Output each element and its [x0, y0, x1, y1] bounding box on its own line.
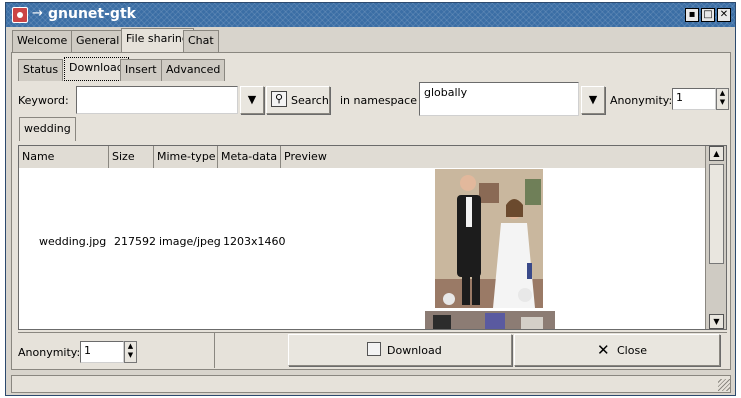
close-icon: ✕	[597, 341, 610, 359]
file-sharing-panel: Status Download Insert Advanced Keyword:…	[11, 52, 731, 370]
column-header-preview[interactable]: Preview	[281, 146, 705, 168]
column-header-meta-data[interactable]: Meta-data	[218, 146, 281, 168]
table-header: Name Size Mime-type Meta-data Preview	[19, 146, 705, 168]
search-button-label: Search	[291, 94, 329, 107]
namespace-label: in namespace	[340, 94, 417, 107]
anonymity-input[interactable]: 1	[672, 88, 716, 110]
maximize-button[interactable]: □	[701, 8, 715, 22]
scroll-thumb[interactable]	[709, 164, 724, 264]
tab-status[interactable]: Status	[18, 59, 64, 81]
cell-meta-data: 1203x1460	[223, 235, 286, 248]
dropdown-arrow-icon: ▼	[247, 93, 257, 106]
results-scrollbar[interactable]: ▲ ▼	[705, 146, 726, 329]
minimize-button[interactable]: ▪	[685, 8, 699, 22]
namespace-select[interactable]: globally	[419, 82, 579, 116]
results-table: Name Size Mime-type Meta-data Preview we…	[18, 145, 727, 330]
keyword-label: Keyword:	[18, 94, 69, 107]
cell-mime-type: image/jpeg	[159, 235, 221, 248]
bottom-anonymity-input[interactable]: 1	[80, 341, 124, 363]
search-button[interactable]: ⚲ Search	[266, 86, 330, 114]
result-tab-wedding[interactable]: wedding	[19, 117, 76, 141]
tab-insert[interactable]: Insert	[120, 59, 162, 81]
divider	[214, 333, 215, 368]
keyword-input[interactable]	[76, 86, 238, 114]
table-row[interactable]: wedding.jpg 217592 image/jpeg 1203x1460	[19, 169, 705, 329]
namespace-dropdown-button[interactable]: ▼	[581, 86, 605, 114]
bottom-toolbar: Anonymity: 1 ▲ ▼ Download ✕ Close	[18, 332, 727, 368]
column-header-name[interactable]: Name	[19, 146, 109, 168]
close-button[interactable]: ✕ Close	[514, 334, 720, 366]
dropdown-arrow-icon: ▼	[588, 93, 598, 106]
gnunet-app-icon[interactable]	[12, 7, 28, 23]
app-window: → gnunet-gtk ▪ □ ✕ Welcome General File …	[5, 2, 736, 396]
preview-image-second	[425, 311, 555, 329]
download-icon	[367, 342, 381, 356]
close-button-label: Close	[617, 344, 647, 357]
title-bar[interactable]: → gnunet-gtk ▪ □ ✕	[6, 3, 735, 27]
window-title: gnunet-gtk	[48, 6, 136, 22]
tab-general[interactable]: General	[71, 30, 125, 52]
tab-chat[interactable]: Chat	[183, 30, 219, 52]
bottom-anonymity-label: Anonymity:	[18, 346, 81, 359]
anonymity-label: Anonymity:	[610, 94, 673, 107]
tab-advanced[interactable]: Advanced	[161, 59, 226, 81]
scroll-down-button[interactable]: ▼	[709, 314, 724, 329]
cell-size: 217592	[114, 235, 156, 248]
close-window-button[interactable]: ✕	[717, 8, 731, 22]
download-button[interactable]: Download	[288, 334, 512, 366]
status-bar	[11, 375, 731, 393]
column-header-mime-type[interactable]: Mime-type	[154, 146, 218, 168]
tab-download[interactable]: Download	[64, 57, 129, 81]
anonymity-spinner[interactable]: ▲ ▼	[716, 88, 729, 110]
resize-grip-icon[interactable]	[718, 379, 730, 391]
pin-icon: →	[32, 6, 43, 21]
scroll-up-button[interactable]: ▲	[709, 146, 724, 161]
cell-name: wedding.jpg	[39, 235, 107, 248]
tab-welcome[interactable]: Welcome	[12, 30, 73, 52]
keyword-dropdown-button[interactable]: ▼	[240, 86, 264, 114]
download-button-label: Download	[387, 344, 442, 357]
preview-image	[435, 169, 543, 308]
search-icon: ⚲	[271, 91, 287, 107]
column-header-size[interactable]: Size	[109, 146, 154, 168]
bottom-anonymity-spinner[interactable]: ▲ ▼	[124, 341, 137, 363]
